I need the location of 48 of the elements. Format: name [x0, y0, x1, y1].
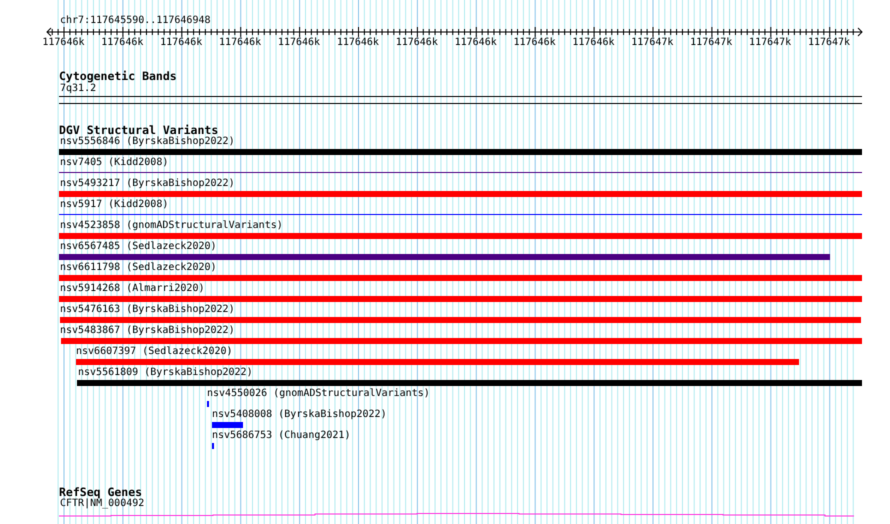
- ruler-tick-label: 117646k: [571, 37, 616, 49]
- ruler-tick-label: 117646k: [336, 37, 380, 49]
- ruler-tick-label: 117647k: [689, 37, 734, 49]
- variant-bar[interactable]: [59, 149, 862, 155]
- ruler-tick-label: 117646k: [454, 37, 498, 49]
- variant-label[interactable]: nsv5408008 (ByrskaBishop2022): [212, 409, 387, 421]
- ruler-tick-label: 117646k: [512, 37, 557, 49]
- track-title: DGV Structural Variants: [59, 124, 218, 136]
- variant-label[interactable]: nsv5493217 (ByrskaBishop2022): [60, 178, 235, 190]
- variant-bar[interactable]: [61, 338, 862, 344]
- variant-label[interactable]: nsv4550026 (gnomADStructuralVariants): [207, 388, 430, 400]
- gene-label[interactable]: CFTR|NM_000492: [60, 498, 144, 510]
- variant-line[interactable]: [59, 214, 862, 215]
- track-title: RefSeq Genes: [59, 486, 142, 498]
- band-label: 7q31.2: [60, 83, 96, 95]
- ruler-tick-label: 117647k: [630, 37, 674, 49]
- variant-bar[interactable]: [76, 359, 799, 365]
- ruler-tick-label: 117647k: [806, 37, 852, 49]
- track-title: Cytogenetic Bands: [59, 70, 177, 82]
- location-label: chr7:117645590..117646948: [60, 15, 211, 27]
- variant-line[interactable]: [59, 172, 862, 173]
- variant-bar[interactable]: [77, 380, 862, 386]
- variant-label[interactable]: nsv5561809 (ByrskaBishop2022): [78, 367, 253, 379]
- variant-bar[interactable]: [60, 317, 861, 323]
- variant-bar[interactable]: [59, 191, 862, 197]
- variant-label[interactable]: nsv5476163 (ByrskaBishop2022): [60, 304, 235, 316]
- ruler-tick-label: 117646k: [41, 37, 86, 49]
- variant-label[interactable]: nsv4523858 (gnomADStructuralVariants): [60, 220, 283, 232]
- ruler-tick-label: 117646k: [218, 37, 262, 49]
- variant-label[interactable]: nsv6567485 (Sedlazeck2020): [60, 241, 217, 253]
- ruler-tick-label: 117646k: [394, 37, 439, 49]
- ruler-tick-label: 117647k: [748, 37, 792, 49]
- variant-bar[interactable]: [59, 275, 862, 281]
- ruler-tick-label: 117646k: [276, 37, 322, 49]
- ruler-tick-label: 117646k: [159, 37, 204, 49]
- ruler-tick-label: 117646k: [100, 37, 144, 49]
- variant-label[interactable]: nsv6607397 (Sedlazeck2020): [76, 346, 233, 358]
- variant-label[interactable]: nsv7405 (Kidd2008): [60, 157, 168, 169]
- variant-label[interactable]: nsv6611798 (Sedlazeck2020): [60, 262, 217, 274]
- variant-label[interactable]: nsv5917 (Kidd2008): [60, 199, 168, 211]
- variant-bar[interactable]: [59, 254, 830, 260]
- variant-label[interactable]: nsv5686753 (Chuang2021): [212, 430, 350, 442]
- variant-bar[interactable]: [212, 422, 243, 428]
- variant-label[interactable]: nsv5483867 (ByrskaBishop2022): [60, 325, 235, 337]
- variant-label[interactable]: nsv5914268 (Almarri2020): [60, 283, 204, 295]
- variant-label[interactable]: nsv5556846 (ByrskaBishop2022): [60, 136, 235, 148]
- variant-bar[interactable]: [59, 233, 862, 239]
- variant-bar[interactable]: [59, 296, 862, 302]
